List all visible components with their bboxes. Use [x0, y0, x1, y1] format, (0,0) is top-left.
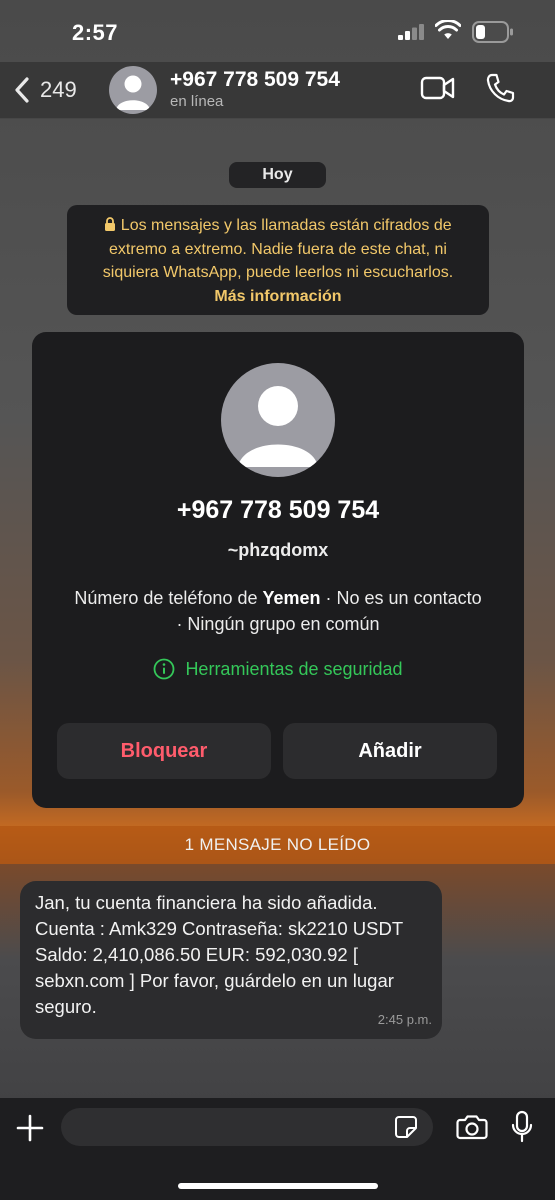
more-info-link[interactable]: Más información — [214, 288, 341, 305]
lock-icon — [105, 217, 116, 231]
status-bar: 2:57 — [0, 0, 555, 62]
back-unread-count: 249 — [40, 77, 77, 102]
card-username: ~phzqdomx — [227, 540, 329, 560]
default-avatar-icon — [116, 75, 150, 110]
card-contact-info: Número de teléfono de Yemen · No es un c… — [72, 585, 484, 637]
message-composer — [0, 1098, 555, 1200]
contact-status: en línea — [170, 93, 224, 110]
date-separator: Hoy — [229, 162, 326, 188]
contact-avatar[interactable] — [109, 66, 157, 114]
card-phone-number: +967 778 509 754 — [176, 496, 380, 524]
back-button[interactable]: 249 — [14, 70, 77, 110]
unknown-contact-card: +967 778 509 754 ~phzqdomx Número de tel… — [32, 332, 524, 808]
contact-avatar-large — [221, 363, 335, 477]
encryption-text: Los mensajes y las llamadas están cifrad… — [102, 217, 454, 281]
info-country: Yemen — [262, 588, 321, 608]
block-button[interactable]: Bloquear — [57, 723, 271, 779]
chat-header: 249 +967 778 509 754 en línea — [0, 62, 555, 119]
phone-call-icon[interactable] — [485, 72, 515, 104]
encryption-notice[interactable]: Los mensajes y las llamadas están cifrad… — [67, 205, 489, 315]
wifi-icon — [435, 20, 461, 39]
sticker-icon[interactable] — [394, 1115, 418, 1139]
add-contact-button[interactable]: Añadir — [283, 723, 497, 779]
status-time: 2:57 — [72, 20, 119, 45]
video-call-icon[interactable] — [420, 74, 456, 102]
microphone-icon[interactable] — [510, 1110, 534, 1144]
default-avatar-icon — [238, 386, 318, 467]
signal-icon — [398, 24, 424, 40]
info-circle-icon — [154, 658, 175, 680]
incoming-message-bubble[interactable]: Jan, tu cuenta financiera ha sido añadid… — [20, 881, 442, 1039]
unread-messages-banner: 1 MENSAJE NO LEÍDO — [0, 826, 555, 864]
info-prefix: Número de teléfono de — [74, 588, 263, 608]
message-text: Jan, tu cuenta financiera ha sido añadid… — [35, 892, 403, 1017]
security-tools-label: Herramientas de seguridad — [185, 658, 403, 679]
message-time: 2:45 p.m. — [377, 1012, 432, 1027]
home-indicator — [178, 1183, 378, 1189]
plus-icon[interactable] — [14, 1112, 46, 1144]
security-tools-link[interactable]: Herramientas de seguridad — [32, 658, 524, 680]
battery-icon — [472, 21, 513, 43]
camera-icon[interactable] — [456, 1114, 488, 1140]
back-chevron-icon — [15, 77, 29, 103]
message-input[interactable] — [61, 1108, 433, 1146]
contact-name[interactable]: +967 778 509 754 — [170, 68, 340, 92]
